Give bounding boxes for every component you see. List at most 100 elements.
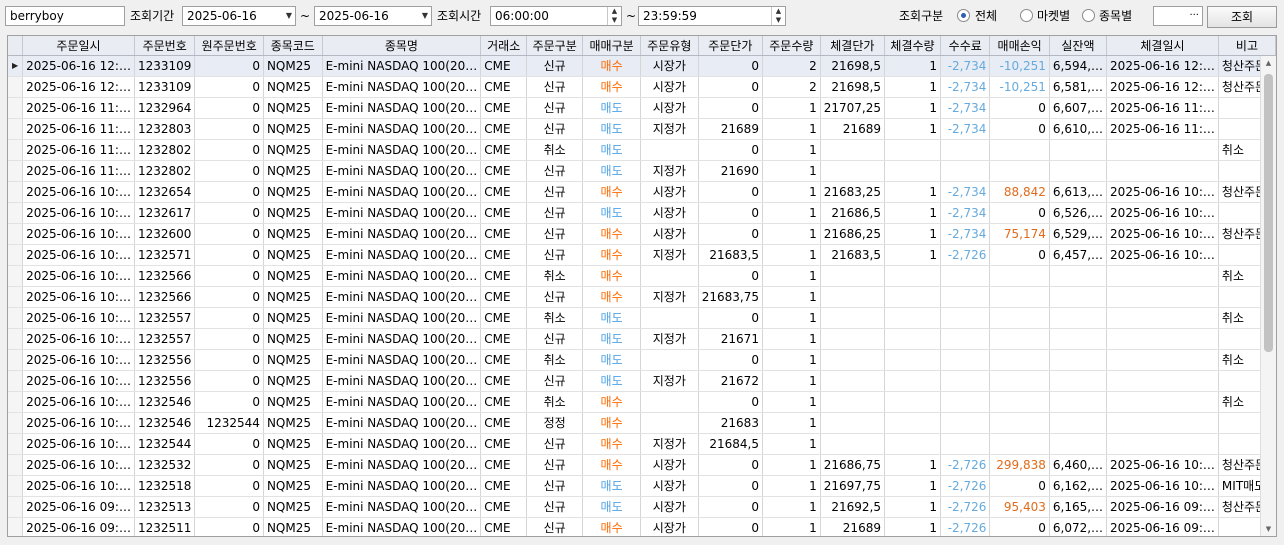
date-from-select[interactable]: 2025-06-16 ▼ xyxy=(182,6,296,26)
table-row[interactable]: 2025-06-16 10:… 1232532 0 NQM25 E-mini NASDA… xyxy=(8,454,1276,476)
table-row[interactable]: 2025-06-16 12:… 1233109 0 NQM25 E-mini NASDA… xyxy=(8,76,1276,98)
table-row[interactable]: 2025-06-16 10:… 1232557 0 NQM25 E-mini NASDA… xyxy=(8,328,1276,350)
cell: CME xyxy=(480,391,528,413)
column-header[interactable]: 종목코드 xyxy=(263,36,323,56)
column-header[interactable]: 비고 xyxy=(1218,36,1276,56)
table-row[interactable]: 2025-06-16 10:… 1232546 1232544 NQM25 E-mini… xyxy=(8,412,1276,434)
column-header[interactable]: 원주문번호 xyxy=(194,36,264,56)
tilde-separator: ~ xyxy=(300,9,311,23)
radio-symbol-label[interactable]: 종목별 xyxy=(1099,6,1132,26)
cell: 21689 xyxy=(698,118,763,140)
cell: 0 xyxy=(698,76,763,98)
column-header[interactable]: 수수료 xyxy=(940,36,991,56)
cell: 시장가 xyxy=(640,76,699,98)
table-row[interactable]: 2025-06-16 11:… 1232802 0 NQM25 E-mini NASDA… xyxy=(8,160,1276,182)
cell: 매수 xyxy=(582,55,641,77)
cell: NQM25 xyxy=(263,454,323,476)
table-row[interactable]: 2025-06-16 10:… 1232617 0 NQM25 E-mini NASDA… xyxy=(8,202,1276,224)
table-row[interactable]: 2025-06-16 11:… 1232802 0 NQM25 E-mini NASDA… xyxy=(8,139,1276,161)
radio-all[interactable] xyxy=(957,9,970,22)
vertical-scrollbar[interactable]: ▲ ▼ xyxy=(1260,56,1276,536)
cell: CME xyxy=(480,244,528,266)
column-header[interactable]: 체결일시 xyxy=(1106,36,1219,56)
cell: 0 xyxy=(194,433,264,455)
cell: 시장가 xyxy=(640,202,699,224)
cell: 2025-06-16 10:… xyxy=(1106,244,1219,266)
table-row[interactable]: 2025-06-16 10:… 1232654 0 NQM25 E-mini NASDA… xyxy=(8,181,1276,203)
cell: 신규 xyxy=(526,55,584,77)
search-button[interactable]: 조회 xyxy=(1207,6,1277,28)
account-field[interactable]: berryboy xyxy=(5,6,125,26)
table-row[interactable]: 2025-06-16 11:… 1232964 0 NQM25 E-mini NASDA… xyxy=(8,97,1276,119)
symbol-field[interactable]: ··· xyxy=(1153,6,1203,26)
table-row[interactable]: 2025-06-16 10:… 1232544 0 NQM25 E-mini NASDA… xyxy=(8,433,1276,455)
cell: 신규 xyxy=(526,160,584,182)
cell: 1 xyxy=(884,181,942,203)
cell: 2025-06-16 10:… xyxy=(22,433,135,455)
scroll-thumb[interactable] xyxy=(1264,74,1273,352)
scroll-down-icon[interactable]: ▼ xyxy=(1261,522,1276,536)
column-header[interactable]: 주문유형 xyxy=(640,36,699,56)
cell: 매도 xyxy=(582,118,641,140)
cell: 0 xyxy=(194,328,264,350)
column-header[interactable]: 실잔액 xyxy=(1049,36,1108,56)
column-header[interactable]: 거래소 xyxy=(480,36,528,56)
table-header-row: 주문일시 주문번호 원주문번호 종목코드 종목명 거래소 주문구분 매매구분 주문유형 주문단가 주… xyxy=(8,36,1276,56)
cell: 매도 xyxy=(582,328,641,350)
column-header[interactable]: 체결수량 xyxy=(884,36,942,56)
cell xyxy=(989,370,1050,392)
table-row[interactable]: 2025-06-16 10:… 1232556 0 NQM25 E-mini NASDA… xyxy=(8,349,1276,371)
cell: 취소 xyxy=(526,265,584,287)
table-row[interactable]: 2025-06-16 10:… 1232566 0 NQM25 E-mini NASDA… xyxy=(8,286,1276,308)
cell: 1233109 xyxy=(134,55,196,77)
column-header[interactable]: 매매구분 xyxy=(582,36,641,56)
column-header[interactable]: 종목명 xyxy=(322,36,482,56)
column-header[interactable]: 주문구분 xyxy=(526,36,584,56)
radio-all-label[interactable]: 전체 xyxy=(975,6,997,26)
radio-market-label[interactable]: 마켓별 xyxy=(1037,6,1070,26)
cell xyxy=(989,391,1050,413)
table-row[interactable]: 2025-06-16 11:… 1232803 0 NQM25 E-mini NASDA… xyxy=(8,118,1276,140)
table-row[interactable]: 2025-06-16 09:… 1232511 0 NQM25 E-mini NASDA… xyxy=(8,517,1276,536)
spinner-arrows-icon[interactable]: ▲ ▼ xyxy=(771,7,785,25)
column-header[interactable]: 주문수량 xyxy=(762,36,821,56)
row-indicator xyxy=(8,307,24,329)
column-header[interactable]: 체결단가 xyxy=(820,36,885,56)
table-row[interactable]: 2025-06-16 10:… 1232566 0 NQM25 E-mini NASDA… xyxy=(8,265,1276,287)
spinner-arrows-icon[interactable]: ▲ ▼ xyxy=(607,7,621,25)
column-header[interactable]: 주문일시 xyxy=(22,36,135,56)
table-row[interactable]: 2025-06-16 09:… 1232513 0 NQM25 E-mini NASDA… xyxy=(8,496,1276,518)
table-row[interactable]: 2025-06-16 10:… 1232518 0 NQM25 E-mini NASDA… xyxy=(8,475,1276,497)
cell: 0 xyxy=(698,391,763,413)
cell: 0 xyxy=(194,496,264,518)
cell: NQM25 xyxy=(263,307,323,329)
date-to-select[interactable]: 2025-06-16 ▼ xyxy=(314,6,432,26)
cell: E-mini NASDAQ 100(20… xyxy=(322,55,482,77)
radio-symbol[interactable] xyxy=(1082,9,1095,22)
column-header[interactable]: 주문단가 xyxy=(698,36,763,56)
column-header[interactable]: 주문번호 xyxy=(134,36,196,56)
column-header[interactable]: 매매손익 xyxy=(989,36,1050,56)
cell: NQM25 xyxy=(263,433,323,455)
table-row[interactable]: 2025-06-16 10:… 1232557 0 NQM25 E-mini NASDA… xyxy=(8,307,1276,329)
cell xyxy=(884,139,942,161)
table-row[interactable]: 2025-06-16 10:… 1232546 0 NQM25 E-mini NASDA… xyxy=(8,391,1276,413)
cell: 1 xyxy=(762,97,821,119)
cell: 2025-06-16 10:… xyxy=(22,370,135,392)
table-row[interactable]: 2025-06-16 10:… 1232571 0 NQM25 E-mini NASDA… xyxy=(8,244,1276,266)
time-from-spinner[interactable]: 06:00:00 ▲ ▼ xyxy=(490,6,622,26)
cell: CME xyxy=(480,433,528,455)
table-row[interactable]: ▶ 2025-06-16 12:… 1233109 0 NQM25 E-mini NASD… xyxy=(8,55,1276,77)
scroll-up-icon[interactable]: ▲ xyxy=(1261,56,1276,70)
cell xyxy=(820,370,885,392)
cell: 2025-06-16 12:… xyxy=(22,55,135,77)
radio-market[interactable] xyxy=(1020,9,1033,22)
cell: 6,526,… xyxy=(1049,202,1108,224)
table-row[interactable]: 2025-06-16 10:… 1232556 0 NQM25 E-mini NASDA… xyxy=(8,370,1276,392)
time-to-spinner[interactable]: 23:59:59 ▲ ▼ xyxy=(638,6,786,26)
cell: 0 xyxy=(698,55,763,77)
ellipsis-icon[interactable]: ··· xyxy=(1189,7,1199,25)
table-row[interactable]: 2025-06-16 10:… 1232600 0 NQM25 E-mini NASDA… xyxy=(8,223,1276,245)
cell: 1 xyxy=(884,454,942,476)
cell: 1 xyxy=(762,139,821,161)
